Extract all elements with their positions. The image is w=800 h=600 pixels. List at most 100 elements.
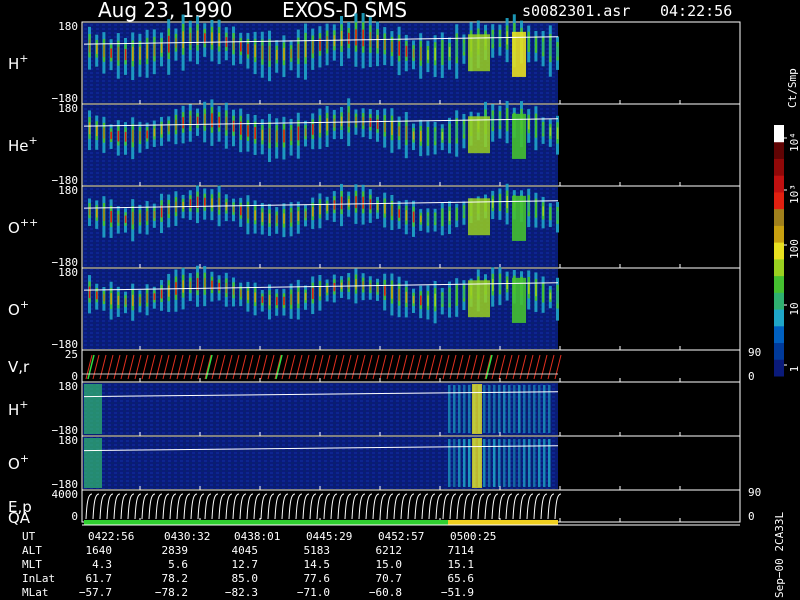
y-tick-top: 180 (58, 266, 78, 279)
footer-cell: 0422:56 (88, 530, 134, 543)
heatmap-stripe-peak (556, 290, 559, 304)
heatmap-stripe-peak (268, 128, 271, 143)
heatmap-stripe-peak (412, 49, 415, 58)
heatmap-stripe-peak (492, 115, 494, 127)
footer-cell: 0500:25 (450, 530, 496, 543)
heatmap-stripe (448, 385, 451, 433)
footer-row-label: InLat (22, 572, 55, 585)
heatmap-stripe-peak (535, 284, 537, 297)
heatmap-stripe-peak (254, 44, 256, 58)
footer-cell: 4.3 (92, 558, 112, 571)
y-tick-top: 4000 (52, 488, 79, 501)
heatmap-stripe-peak (276, 297, 278, 306)
heatmap-stripe-peak (88, 122, 91, 135)
heatmap-stripe-peak (117, 130, 120, 142)
heatmap-stripe-peak (124, 298, 127, 305)
heatmap-stripe-peak (254, 127, 256, 139)
heatmap-stripe-peak (463, 208, 465, 216)
heatmap-stripe-peak (376, 285, 379, 293)
footer-cell: 2839 (162, 544, 189, 557)
heatmap-stripe-peak (196, 116, 199, 125)
heatmap-stripe-peak (355, 279, 357, 290)
heatmap-stripe-peak (405, 125, 408, 140)
y-tick-right-top: 90 (748, 486, 761, 499)
qa-bar-warn (448, 520, 558, 525)
heatmap-stripe-peak (499, 278, 501, 290)
heatmap-stripe-peak (384, 120, 386, 132)
header-instrument: EXOS-D SMS (282, 0, 407, 22)
y-tick-top: 180 (58, 20, 78, 33)
footer-cell: 0438:01 (234, 530, 280, 543)
heatmap-stripe (448, 439, 451, 487)
colorbar-swatch (774, 258, 784, 277)
heatmap-stripe-peak (132, 129, 134, 143)
heatmap-stripe-peak (420, 215, 422, 223)
footer-cell: 6212 (376, 544, 403, 557)
panel-label: H+ (8, 398, 29, 419)
heatmap-stripe-peak (441, 295, 444, 304)
heatmap-stripe-peak (528, 36, 530, 48)
panel-h-plus: H+180−180 (8, 13, 741, 105)
heatmap-stripe-peak (420, 46, 422, 61)
heatmap-stripe-peak (139, 131, 141, 141)
panel-v-r: V,r250900 (8, 346, 761, 383)
heatmap-stripe-peak (297, 44, 300, 59)
heatmap-stripe-peak (412, 211, 415, 223)
heatmap-stripe-peak (168, 204, 170, 215)
heatmap-stripe-peak (405, 291, 408, 303)
heatmap-stripe-peak (103, 127, 105, 139)
heatmap-stripe-peak (218, 33, 220, 47)
heatmap-stripe-peak (434, 131, 436, 142)
heatmap-stripe-peak (355, 196, 357, 209)
heatmap-stripe-peak (261, 129, 264, 141)
heatmap-stripe-peak (556, 46, 559, 57)
heatmap-stripe-peak (542, 287, 544, 299)
heatmap-stripe-peak (556, 127, 559, 140)
heatmap-stripe-peak (247, 125, 249, 137)
heatmap-stripe (458, 439, 461, 487)
footer-cell: 70.7 (376, 572, 403, 585)
heatmap-patch (468, 280, 490, 318)
footer-row-label: MLat (22, 586, 49, 599)
heatmap-stripe-peak (110, 131, 112, 140)
heatmap-stripe-peak (240, 42, 242, 52)
heatmap-stripe-peak (412, 131, 415, 140)
heatmap-stripe (453, 439, 456, 487)
heatmap-stripe-peak (376, 34, 379, 49)
heatmap-stripe-peak (542, 206, 544, 216)
heatmap-stripe-peak (160, 125, 163, 135)
heatmap-stripe-peak (376, 119, 379, 130)
y-tick-top: 180 (58, 184, 78, 197)
heatmap-stripe-peak (254, 292, 256, 303)
heatmap-stripe-peak (535, 119, 537, 133)
heatmap-stripe-peak (218, 282, 220, 291)
heatmap-stripe-peak (247, 206, 249, 219)
colorbar-tick-label: 100 (788, 239, 800, 259)
footer-cell: 0452:57 (378, 530, 424, 543)
heatmap-stripe-peak (492, 199, 494, 208)
heatmap-stripe-peak (110, 48, 112, 58)
heatmap-stripe-peak (463, 43, 465, 53)
heatmap-patch (512, 113, 526, 159)
heatmap-stripe-peak (218, 116, 220, 128)
heatmap-stripe-peak (333, 200, 336, 210)
heatmap-stripe-peak (405, 45, 408, 57)
heatmap-stripe-peak (146, 211, 148, 222)
heatmap-patch (512, 195, 526, 241)
footer-table: UT 0422:56 0430:32 0438:01 0445:29 0452:57 050… (22, 530, 496, 599)
heatmap-patch (472, 438, 482, 488)
colorbar-swatch (774, 275, 784, 293)
heatmap-stripe-peak (110, 210, 112, 223)
heatmap-stripe-peak (319, 285, 321, 297)
heatmap-stripe-peak (189, 32, 192, 46)
heatmap-stripe-peak (153, 128, 156, 137)
heatmap-stripe-peak (139, 213, 141, 223)
footer-cell: 61.7 (86, 572, 113, 585)
heatmap-stripe-peak (268, 294, 271, 306)
footer-cell: 77.6 (304, 572, 331, 585)
heatmap-stripe (458, 385, 461, 433)
footer-row-label: MLT (22, 558, 42, 571)
heatmap-stripe-peak (384, 203, 386, 214)
heatmap-stripe-peak (211, 32, 213, 45)
panel-h-plus-2: H+180−180 (8, 380, 741, 437)
